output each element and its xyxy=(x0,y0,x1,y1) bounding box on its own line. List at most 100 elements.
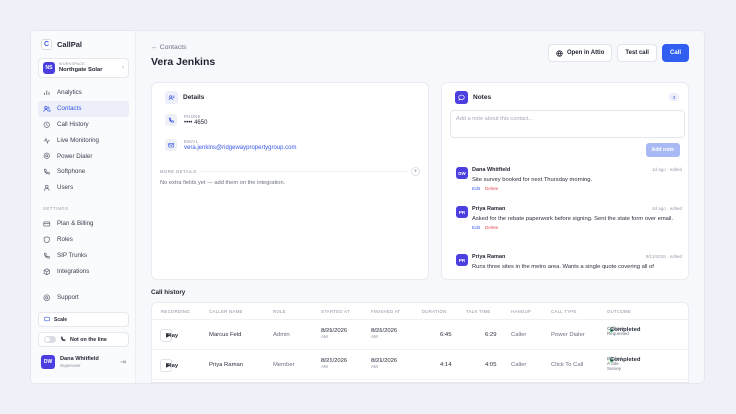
settings-nav: Plan & Billing Roles SIP Trunks Integrat… xyxy=(38,216,129,279)
workspace-badge: NS xyxy=(43,62,55,74)
play-recording-button[interactable]: ▶ Play xyxy=(160,329,178,342)
caller-role: Member xyxy=(273,362,295,368)
column-header: CALLER NAME xyxy=(209,309,243,314)
main-nav: Analytics Contacts Call History Live Mon… xyxy=(38,85,129,196)
mail-icon xyxy=(165,139,177,151)
shield-icon xyxy=(43,236,51,244)
history-icon xyxy=(43,120,51,128)
brand-logo-icon: C xyxy=(41,39,52,50)
sidebar-item-label: Analytics xyxy=(57,89,82,97)
caller-name: Priya Raman xyxy=(209,362,244,368)
presence-toggle[interactable]: Not on the line xyxy=(38,332,129,347)
current-user[interactable]: DW Dana Whitfield Superuser ⇥ xyxy=(41,355,126,369)
test-call-button[interactable]: Test call xyxy=(617,44,657,62)
avatar: DW xyxy=(456,167,468,179)
note-delete-button[interactable]: Delete xyxy=(485,225,498,230)
play-label: Play xyxy=(166,362,179,369)
chevron-right-icon: › xyxy=(122,65,124,71)
table-header: RECORDING CALLER NAME ROLE STARTED AT FI… xyxy=(152,303,688,320)
add-note-button[interactable]: Add note xyxy=(645,143,680,157)
table-row[interactable]: ▶ Play Marcus Feld Admin 8/21/2026 10:28… xyxy=(152,320,688,350)
workspace-switcher[interactable]: NS WORKSPACE Northgate Solar › xyxy=(38,58,129,78)
note-input[interactable]: Add a note about this contact... xyxy=(450,110,685,138)
sidebar-item-label: Users xyxy=(57,184,74,192)
sidebar-item-contacts[interactable]: Contacts xyxy=(38,100,129,117)
plan-badge[interactable]: Scale xyxy=(38,312,129,327)
card-icon xyxy=(43,220,51,228)
sidebar-item-label: SIP Trunks xyxy=(57,251,88,259)
outcome-label: Callback Requested xyxy=(607,326,629,336)
back-link[interactable]: ← Contacts xyxy=(151,44,187,51)
column-header: TALK TIME xyxy=(466,309,491,314)
time: 10:35 AM xyxy=(371,328,383,339)
phone-icon xyxy=(60,336,66,344)
sidebar-item-users[interactable]: Users xyxy=(38,180,129,196)
note-meta: 1d ago · edited xyxy=(651,167,682,172)
more-details-label: MORE DETAILS xyxy=(160,169,197,174)
workspace-name: Northgate Solar xyxy=(59,66,103,73)
sidebar-item-softphone[interactable]: Softphone xyxy=(38,164,129,180)
call-button[interactable]: Call xyxy=(661,44,689,62)
column-header: CALL TYPE xyxy=(551,309,577,314)
column-header: RECORDING xyxy=(161,309,190,314)
note-edit-button[interactable]: Edit xyxy=(472,225,480,230)
call-history-title: Call history xyxy=(151,289,186,296)
user-icon xyxy=(43,184,51,192)
sidebar: C CallPal NS WORKSPACE Northgate Solar ›… xyxy=(31,31,136,383)
sidebar-item-live-monitoring[interactable]: Live Monitoring xyxy=(38,132,129,148)
talk-time: 6:29 xyxy=(485,332,497,338)
sidebar-item-support[interactable]: Support xyxy=(38,290,129,306)
phone-icon xyxy=(165,114,177,126)
open-in-attio-button[interactable]: Open in Attio xyxy=(547,44,613,62)
sidebar-item-label: Live Monitoring xyxy=(57,136,99,144)
notes-count-badge: 3 xyxy=(669,93,679,101)
table-row[interactable]: ▶ Play Priya Raman Member 8/21/2026 10:1… xyxy=(152,350,688,380)
logout-icon[interactable]: ⇥ xyxy=(120,358,126,366)
app-window: C CallPal NS WORKSPACE Northgate Solar ›… xyxy=(31,31,704,383)
notes-title: Notes xyxy=(473,94,492,101)
note-text: Asked for the rebate paperwork before si… xyxy=(472,216,674,222)
note-edit-button[interactable]: Edit xyxy=(472,186,480,191)
more-details-divider: MORE DETAILS + xyxy=(160,167,420,176)
note-delete-button[interactable]: Delete xyxy=(485,186,498,191)
add-field-button[interactable]: + xyxy=(411,167,420,176)
column-header: ROLE xyxy=(273,309,286,314)
email-link[interactable]: vera.jenkins@ridgewaypropertygroup.com xyxy=(184,145,296,151)
duration: 6:45 xyxy=(440,332,452,338)
sidebar-item-label: Plan & Billing xyxy=(57,220,94,228)
sidebar-item-power-dialer[interactable]: Power Dialer xyxy=(38,148,129,164)
divider xyxy=(200,171,407,172)
note-author: Dana Whitfield xyxy=(472,167,511,173)
column-header: STARTED AT xyxy=(321,309,350,314)
plan-icon xyxy=(44,316,50,324)
phone-icon xyxy=(43,251,51,259)
note-text: Runs three sites in the metro area. Want… xyxy=(472,264,654,270)
time: 10:28 AM xyxy=(321,328,333,339)
sidebar-item-label: Roles xyxy=(57,236,73,244)
talk-time: 4:05 xyxy=(485,362,497,368)
phone-icon xyxy=(43,168,51,176)
note-item: PR Priya Raman 8/13/2026 · edited Runs t… xyxy=(456,254,682,271)
phone-field: PHONE •••• 4650 xyxy=(165,114,207,126)
sidebar-item-analytics[interactable]: Analytics xyxy=(38,85,129,101)
sidebar-item-call-history[interactable]: Call History xyxy=(38,117,129,133)
email-field: EMAIL vera.jenkins@ridgewaypropertygroup… xyxy=(165,139,296,151)
note-author: Priya Raman xyxy=(472,254,506,260)
sidebar-item-integrations[interactable]: Integrations xyxy=(38,263,129,279)
sidebar-item-label: Call History xyxy=(57,120,89,128)
note-item: PR Priya Raman 4d ago · edited Asked for… xyxy=(456,206,682,230)
support-nav: Support xyxy=(38,290,129,306)
play-recording-button[interactable]: ▶ Play xyxy=(160,359,178,372)
chat-bubble-icon xyxy=(455,91,468,104)
people-icon xyxy=(43,105,51,113)
sidebar-item-plan-billing[interactable]: Plan & Billing xyxy=(38,216,129,232)
sidebar-item-sip-trunks[interactable]: SIP Trunks xyxy=(38,248,129,264)
brand[interactable]: C CallPal xyxy=(41,39,82,50)
toggle-switch[interactable] xyxy=(44,336,56,343)
column-header: OUTCOME xyxy=(607,309,632,314)
hangup: Caller xyxy=(511,362,527,368)
sidebar-item-roles[interactable]: Roles xyxy=(38,232,129,248)
call-history-table: RECORDING CALLER NAME ROLE STARTED AT FI… xyxy=(151,302,689,383)
user-role: Superuser xyxy=(60,362,81,368)
note-meta: 4d ago · edited xyxy=(651,206,682,211)
